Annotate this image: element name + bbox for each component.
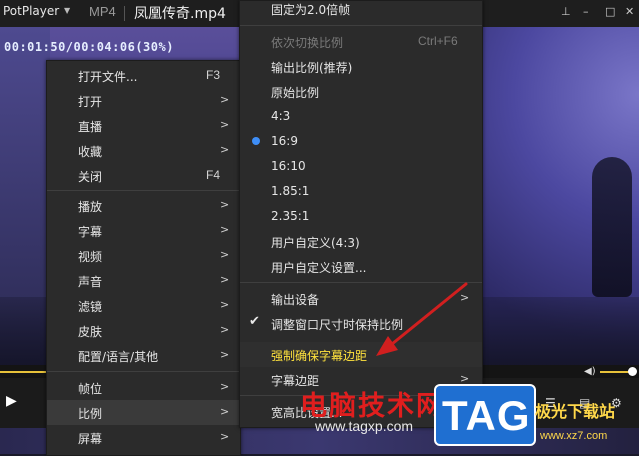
submenu-item-cycle: 依次切换比例 Ctrl+F6 <box>271 34 458 50</box>
watermark-logo: TAG <box>434 384 536 446</box>
menu-item-audio[interactable]: 声音 > <box>47 268 240 293</box>
submenu-item-output-device[interactable]: 输出设备 > <box>240 286 482 311</box>
menu-item-close[interactable]: 关闭 F4 <box>47 163 240 188</box>
window-controls: ⊥ – □ ✕ <box>555 5 639 21</box>
menu-item-skins[interactable]: 皮肤 > <box>47 318 240 343</box>
submenu-item-custom-settings[interactable]: 用户自定义设置... <box>240 254 482 279</box>
menu-item-aspect-ratio[interactable]: 比例 > <box>47 400 240 425</box>
submenu-item-keep-ratio[interactable]: ✔ 调整窗口尺寸时保持比例 <box>240 311 482 336</box>
aspect-ratio-submenu: 固定为2.0倍帧 依次切换比例 Ctrl+F6 输出比例(推荐) 原始比例 4:3… <box>239 0 483 428</box>
minimize-icon[interactable]: – <box>583 5 589 18</box>
submenu-item-force-subtitle-margin[interactable]: 强制确保字幕边距 <box>240 342 482 367</box>
menu-item-frame[interactable]: 帧位 > <box>47 375 240 400</box>
format-label: MP4 <box>89 4 116 19</box>
menu-item-video[interactable]: 视频 > <box>47 243 240 268</box>
volume-knob[interactable] <box>628 367 637 376</box>
menu-separator <box>240 282 482 283</box>
submenu-item-output-ratio[interactable]: 输出比例(推荐) <box>240 54 482 79</box>
watermark2-site-url: www.xz7.com <box>540 430 608 442</box>
play-icon[interactable]: ▶ <box>6 393 17 409</box>
file-title: 凤凰传奇.mp4 <box>134 6 226 22</box>
watermark-site-url: www.tagxp.com <box>315 418 414 434</box>
menu-separator <box>240 25 482 26</box>
menu-separator <box>47 371 240 372</box>
menu-item-subtitles[interactable]: 字幕 > <box>47 218 240 243</box>
submenu-item-16-9[interactable]: 16:9 <box>240 129 482 154</box>
osd-time: 00:01:50/00:04:06(30%) <box>4 40 174 54</box>
pin-icon[interactable]: ⊥ <box>561 5 571 18</box>
submenu-item-custom-4-3[interactable]: 用户自定义(4:3) <box>240 229 482 254</box>
submenu-item-16-10[interactable]: 16:10 <box>240 154 482 179</box>
performer-figure <box>592 157 632 297</box>
menu-separator <box>47 190 240 191</box>
chevron-down-icon[interactable]: ▼ <box>64 6 70 15</box>
seek-progress <box>0 371 48 373</box>
menu-item-favorites[interactable]: 收藏 > <box>47 138 240 163</box>
menu-item-filters[interactable]: 滤镜 > <box>47 293 240 318</box>
menu-item-playback[interactable]: 播放 > <box>47 193 240 218</box>
menu-item-open-file[interactable]: 打开文件... F3 <box>47 63 240 88</box>
title-divider <box>124 6 125 21</box>
menu-item-live[interactable]: 直播 > <box>47 113 240 138</box>
context-menu: 打开文件... F3 打开 > 直播 > 收藏 > 关闭 F4 播放 > 字幕 > 视频 > 声… <box>46 60 241 456</box>
close-icon[interactable]: ✕ <box>625 5 634 18</box>
submenu-item-1-85[interactable]: 1.85:1 <box>240 179 482 204</box>
volume-icon[interactable]: ◀) <box>584 366 596 377</box>
maximize-icon[interactable]: □ <box>605 5 615 18</box>
submenu-item-original[interactable]: 原始比例 <box>240 79 482 104</box>
watermark2-site-name: 极光下载站 <box>535 402 616 421</box>
radio-selected-icon <box>252 137 260 145</box>
submenu-item-2-35[interactable]: 2.35:1 <box>240 204 482 229</box>
checkmark-icon: ✔ <box>249 314 260 329</box>
submenu-item-4-3[interactable]: 4:3 <box>240 104 482 129</box>
menu-item-config[interactable]: 配置/语言/其他 > <box>47 343 240 368</box>
app-menu-button[interactable]: PotPlayer <box>3 4 59 18</box>
submenu-item-fixed-2x[interactable]: 固定为2.0倍帧 <box>240 0 482 21</box>
menu-item-open[interactable]: 打开 > <box>47 88 240 113</box>
menu-item-screen[interactable]: 屏幕 > <box>47 425 240 450</box>
